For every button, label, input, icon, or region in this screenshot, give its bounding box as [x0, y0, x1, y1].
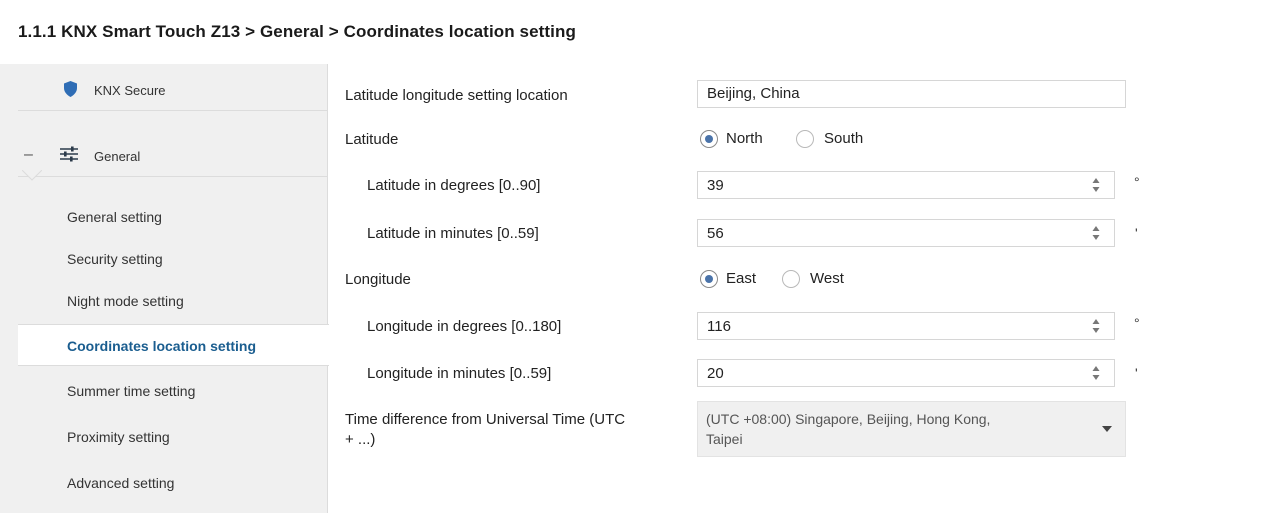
radio-east-label[interactable]: East: [726, 270, 756, 287]
timezone-select[interactable]: (UTC +08:00) Singapore, Beijing, Hong Ko…: [697, 401, 1126, 457]
lat-degrees-label: Latitude in degrees [0..90]: [367, 177, 541, 194]
sidebar-item-knx-secure[interactable]: KNX Secure: [0, 64, 328, 110]
sidebar-item-advanced-setting[interactable]: Advanced setting: [0, 462, 328, 504]
radio-west-label[interactable]: West: [810, 270, 844, 287]
lon-degrees-value: 116: [707, 318, 731, 335]
sidebar-item-coordinates-location-setting[interactable]: Coordinates location setting: [18, 324, 329, 366]
sidebar-item-label: General setting: [67, 209, 162, 225]
sidebar-item-summer-time-setting[interactable]: Summer time setting: [0, 370, 328, 412]
latitude-label: Latitude: [345, 131, 399, 148]
radio-west[interactable]: [782, 270, 800, 288]
lat-degrees-value: 39: [707, 177, 724, 194]
minute-unit: ': [1135, 225, 1138, 241]
sidebar-divider: [18, 110, 328, 111]
chevron-down-icon[interactable]: [1102, 426, 1112, 432]
lon-degrees-label: Longitude in degrees [0..180]: [367, 318, 562, 335]
radio-south[interactable]: [796, 130, 814, 148]
sliders-icon: [60, 146, 78, 162]
radio-south-label[interactable]: South: [824, 130, 863, 147]
sidebar-item-security-setting[interactable]: Security setting: [0, 238, 328, 280]
sidebar-divider: [18, 176, 328, 177]
location-input[interactable]: Beijing, China: [697, 80, 1126, 108]
lat-minutes-label: Latitude in minutes [0..59]: [367, 225, 539, 242]
spinner-arrows-icon[interactable]: [1092, 365, 1100, 381]
timezone-label-line2: + ...): [345, 431, 376, 448]
shield-icon: [64, 81, 77, 97]
sidebar-item-label: General: [94, 149, 141, 164]
degree-unit: °: [1134, 315, 1140, 331]
lon-minutes-spinbox[interactable]: 20: [697, 359, 1115, 387]
longitude-radio-group: East West: [700, 270, 900, 290]
sidebar-item-label: Coordinates location setting: [67, 338, 257, 354]
lat-degrees-spinbox[interactable]: 39: [697, 171, 1115, 199]
sidebar-item-label: Summer time setting: [67, 383, 196, 399]
lon-minutes-label: Longitude in minutes [0..59]: [367, 365, 552, 382]
latitude-radio-group: North South: [700, 130, 900, 150]
lon-minutes-value: 20: [707, 365, 724, 382]
timezone-value-line1: (UTC +08:00) Singapore, Beijing, Hong Ko…: [706, 411, 991, 427]
sidebar-item-night-mode-setting[interactable]: Night mode setting: [0, 280, 328, 322]
timezone-label-line1: Time difference from Universal Time (UTC: [345, 411, 626, 428]
lon-degrees-spinbox[interactable]: 116: [697, 312, 1115, 340]
sidebar-item-proximity-setting[interactable]: Proximity setting: [0, 416, 328, 458]
minute-unit: ': [1135, 365, 1138, 381]
sidebar-item-label: KNX Secure: [94, 83, 166, 98]
radio-east[interactable]: [700, 270, 718, 288]
lat-minutes-spinbox[interactable]: 56: [697, 219, 1115, 247]
degree-unit: °: [1134, 174, 1140, 190]
sidebar-item-general-setting[interactable]: General setting: [0, 196, 328, 238]
spinner-arrows-icon[interactable]: [1092, 318, 1100, 334]
title-bar: 1.1.1 KNX Smart Touch Z13 > General > Co…: [0, 0, 1282, 64]
spinner-arrows-icon[interactable]: [1092, 177, 1100, 193]
tree-notch: [22, 170, 42, 181]
spinner-arrows-icon[interactable]: [1092, 225, 1100, 241]
radio-north[interactable]: [700, 130, 718, 148]
lat-minutes-value: 56: [707, 225, 724, 242]
timezone-value-line2: Taipei: [706, 431, 743, 447]
collapse-icon[interactable]: –: [24, 147, 33, 163]
sidebar-item-label: Proximity setting: [67, 429, 170, 445]
sidebar-item-label: Security setting: [67, 251, 163, 267]
sidebar: KNX Secure – General General setting Sec…: [0, 64, 329, 513]
sidebar-item-label: Night mode setting: [67, 293, 184, 309]
radio-north-label[interactable]: North: [726, 130, 763, 147]
breadcrumb: 1.1.1 KNX Smart Touch Z13 > General > Co…: [18, 22, 576, 41]
sidebar-item-general[interactable]: – General: [0, 129, 328, 175]
sidebar-item-label: Advanced setting: [67, 475, 175, 491]
longitude-label: Longitude: [345, 271, 411, 288]
location-label: Latitude longitude setting location: [345, 87, 568, 104]
